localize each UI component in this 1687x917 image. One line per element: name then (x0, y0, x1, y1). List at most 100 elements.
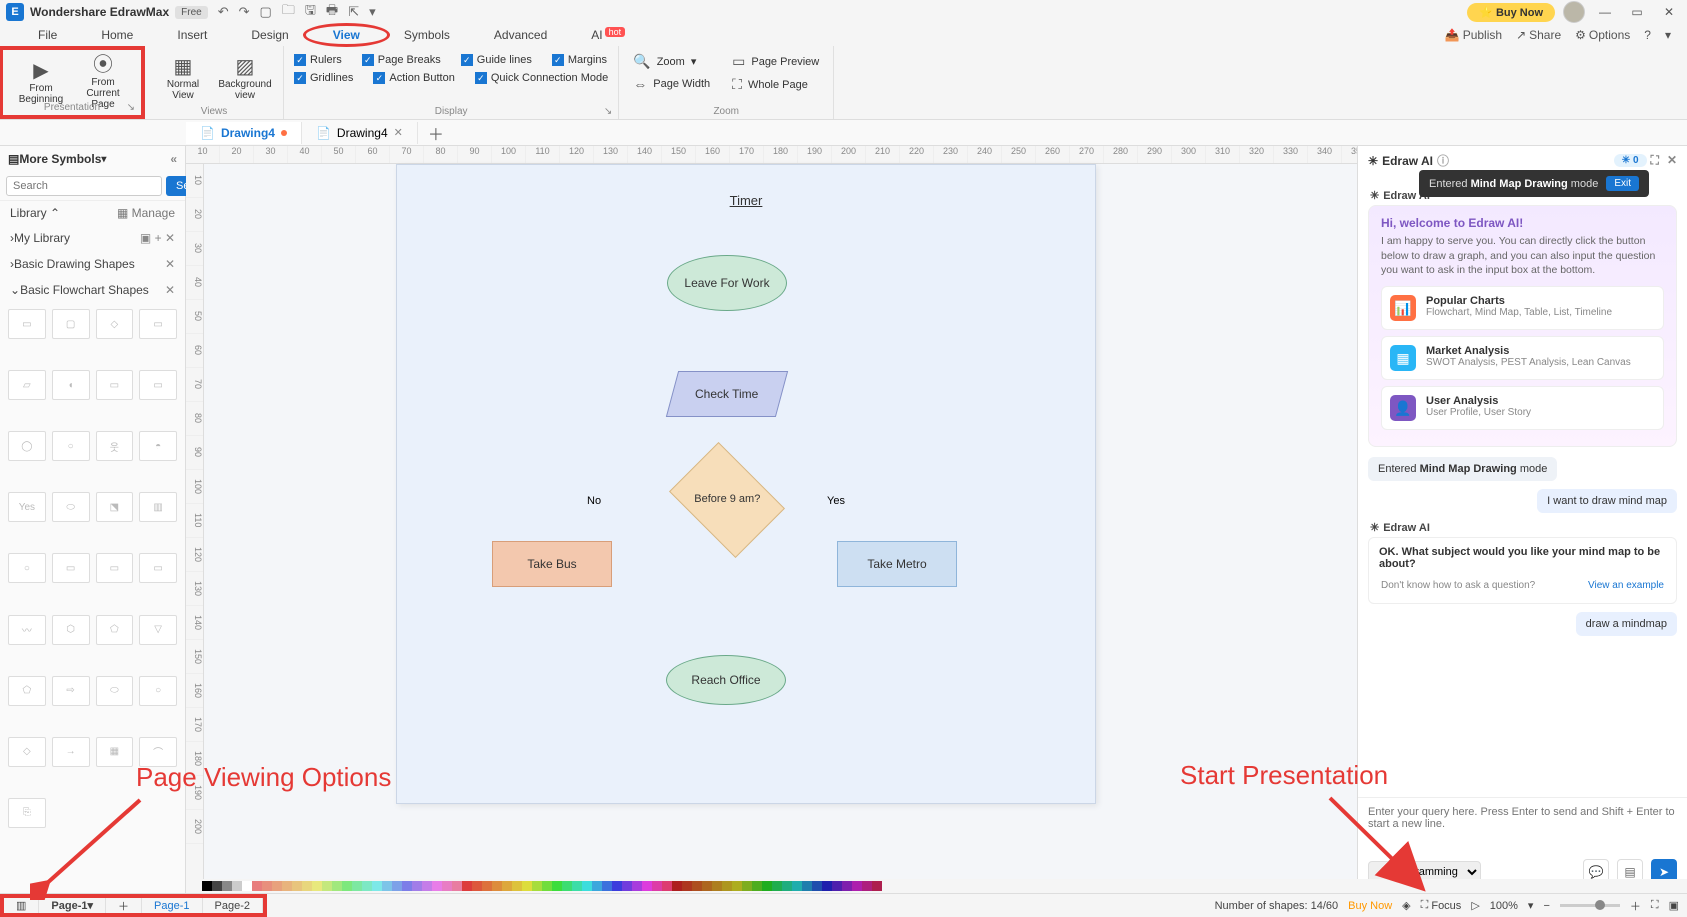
shape-item[interactable]: ▭ (96, 370, 134, 400)
rulers-checkbox[interactable]: ✓Rulers (294, 54, 342, 66)
color-swatch[interactable] (372, 881, 382, 891)
color-swatch[interactable] (202, 881, 212, 891)
shape-item[interactable]: ⬭ (96, 676, 134, 706)
color-swatch[interactable] (662, 881, 672, 891)
basic-drawing-shapes-row[interactable]: › Basic Drawing Shapes✕ (0, 251, 185, 277)
color-swatch[interactable] (772, 881, 782, 891)
basic-flowchart-shapes-row[interactable]: ⌄ Basic Flowchart Shapes✕ (0, 277, 185, 303)
color-swatch[interactable] (562, 881, 572, 891)
color-swatch[interactable] (402, 881, 412, 891)
minimize-icon[interactable]: — (1593, 5, 1617, 19)
zoom-button[interactable]: 🔍Zoom ▾ (629, 50, 714, 73)
shape-item[interactable]: ◇ (8, 737, 46, 767)
action-button-checkbox[interactable]: ✓Action Button (373, 72, 454, 84)
shape-item[interactable]: ⬔ (96, 492, 134, 522)
page-tab-1[interactable]: Page-1 (142, 898, 202, 913)
color-swatch[interactable] (352, 881, 362, 891)
doc-tab-second[interactable]: 📄 Drawing4 ✕ (302, 122, 418, 144)
color-swatch[interactable] (722, 881, 732, 891)
maximize-icon[interactable]: ▭ (1625, 5, 1649, 19)
color-swatch[interactable] (462, 881, 472, 891)
user-avatar[interactable] (1563, 1, 1585, 23)
focus-button[interactable]: ⛶ Focus (1421, 899, 1462, 912)
shape-item[interactable]: ⬭ (52, 492, 90, 522)
shape-item[interactable]: ⬡ (52, 615, 90, 645)
color-swatch[interactable] (362, 881, 372, 891)
shape-item[interactable]: ▥ (139, 492, 177, 522)
color-swatch[interactable] (712, 881, 722, 891)
publish-button[interactable]: 📤 Publish (1445, 28, 1502, 42)
color-swatch[interactable] (392, 881, 402, 891)
doc-tab-active[interactable]: 📄 Drawing4 (186, 122, 302, 144)
menu-insert[interactable]: Insert (155, 26, 229, 44)
color-swatch[interactable] (732, 881, 742, 891)
shape-item[interactable]: ⎘ (8, 798, 46, 828)
menu-advanced[interactable]: Advanced (472, 26, 569, 44)
shape-item[interactable]: ⇨ (52, 676, 90, 706)
color-swatch[interactable] (282, 881, 292, 891)
color-swatch[interactable] (332, 881, 342, 891)
shape-item[interactable]: ○ (52, 431, 90, 461)
flow-title[interactable]: Timer (730, 193, 763, 208)
color-swatch[interactable] (322, 881, 332, 891)
color-swatch[interactable] (272, 881, 282, 891)
color-swatch[interactable] (512, 881, 522, 891)
shape-item[interactable]: ◓ (139, 431, 177, 461)
fit-page-icon[interactable]: ⛶ (1651, 899, 1659, 912)
color-swatch[interactable] (242, 881, 252, 891)
margins-checkbox[interactable]: ✓Margins (552, 54, 607, 66)
page-preview-button[interactable]: ▭Page Preview (728, 50, 823, 73)
shape-item[interactable]: ▭ (139, 370, 177, 400)
page-selector[interactable]: Page-1 ▾ (39, 898, 106, 913)
whole-page-button[interactable]: ⛶Whole Page (728, 73, 823, 96)
shape-leave-for-work[interactable]: Leave For Work (667, 255, 787, 311)
new-icon[interactable]: ▢ (260, 4, 272, 20)
section-close-icon[interactable]: ✕ (165, 283, 175, 297)
color-swatch[interactable] (532, 881, 542, 891)
color-swatch[interactable] (382, 881, 392, 891)
color-swatch[interactable] (302, 881, 312, 891)
zoom-in-icon[interactable]: ＋ (1630, 898, 1641, 914)
drawing-page[interactable]: Timer Leave For Work Check Time Before 9… (396, 164, 1096, 804)
color-swatch[interactable] (312, 881, 322, 891)
shape-item[interactable]: Yes (8, 492, 46, 522)
status-buy-now[interactable]: Buy Now (1348, 900, 1392, 912)
color-swatch[interactable] (422, 881, 432, 891)
ai-query-input[interactable] (1368, 806, 1677, 844)
color-swatch[interactable] (692, 881, 702, 891)
color-swatch[interactable] (612, 881, 622, 891)
shape-item[interactable]: ▱ (8, 370, 46, 400)
color-swatch[interactable] (752, 881, 762, 891)
lib-close-icon[interactable]: ✕ (165, 231, 175, 245)
shape-take-bus[interactable]: Take Bus (492, 541, 612, 587)
color-swatch[interactable] (862, 881, 872, 891)
shape-item[interactable]: 〰 (8, 615, 46, 645)
ai-close-icon[interactable]: ✕ (1667, 153, 1677, 168)
color-swatch[interactable] (782, 881, 792, 891)
color-swatch[interactable] (812, 881, 822, 891)
color-swatch[interactable] (702, 881, 712, 891)
color-swatch[interactable] (582, 881, 592, 891)
color-swatch[interactable] (442, 881, 452, 891)
color-palette-bar[interactable] (200, 879, 1687, 893)
lib-add-icon[interactable]: ▣ (140, 231, 151, 245)
ai-info-icon[interactable]: ⓘ (1437, 152, 1449, 169)
sidebar-collapse-icon[interactable]: « (170, 152, 177, 166)
color-swatch[interactable] (672, 881, 682, 891)
page-tab-2[interactable]: Page-2 (203, 898, 263, 913)
display-expand-icon[interactable]: ↘ (604, 106, 612, 117)
quick-connection-checkbox[interactable]: ✓Quick Connection Mode (475, 72, 608, 84)
shape-item[interactable]: ▭ (96, 553, 134, 583)
section-close-icon[interactable]: ✕ (165, 257, 175, 271)
shape-item[interactable]: ▭ (8, 309, 46, 339)
shape-item[interactable]: ○ (139, 676, 177, 706)
color-swatch[interactable] (522, 881, 532, 891)
color-swatch[interactable] (542, 881, 552, 891)
color-swatch[interactable] (552, 881, 562, 891)
save-icon[interactable]: 🖫 (305, 1, 316, 23)
color-swatch[interactable] (292, 881, 302, 891)
symbol-search-input[interactable] (6, 176, 162, 196)
redo-icon[interactable]: ↷ (239, 4, 250, 20)
print-icon[interactable]: 🖶 (326, 1, 338, 23)
shape-decision[interactable]: Before 9 am? (669, 442, 785, 558)
